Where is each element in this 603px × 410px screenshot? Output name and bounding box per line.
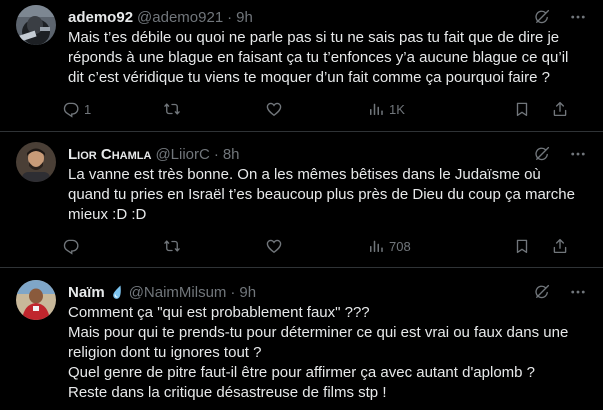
tweet-header: Naïm @NaimMilsum · 9h	[68, 282, 587, 302]
separator-dot: ·	[230, 283, 236, 301]
tweet-lior-chamla[interactable]: Lior Chamla @LiiorC · 8h La vanne est tr…	[0, 132, 603, 268]
separator-dot: ·	[227, 8, 233, 26]
tweet-line: Mais t’es débile ou quoi ne parle pas si…	[68, 29, 560, 46]
tweet-line: La vanne est très bonne. On a les mêmes …	[68, 166, 541, 183]
tweet-line: Mais pour qui te prends-tu pour détermin…	[68, 324, 569, 341]
reply-feed: ademo92 @ademo921 · 9h Mais t’es débile …	[0, 0, 603, 410]
tweet-text: Mais t’es débile ou quoi ne parle pas si…	[68, 28, 589, 88]
more-icon[interactable]	[569, 283, 587, 301]
views-icon	[367, 100, 385, 118]
tweet-line: Reste dans la critique désastreuse de fi…	[68, 384, 387, 401]
tweet-ademo92[interactable]: ademo92 @ademo921 · 9h Mais t’es débile …	[0, 0, 603, 132]
views-button[interactable]: 1K	[367, 100, 405, 118]
tweet-line: Comment ça "qui est probablement faux" ?…	[68, 304, 370, 321]
tweet-naim[interactable]: Naïm @NaimMilsum · 9h Comment ça "qui es…	[0, 268, 603, 410]
handle[interactable]: @ademo921	[137, 9, 223, 26]
avatar[interactable]	[16, 280, 56, 320]
avatar[interactable]	[16, 142, 56, 182]
like-button[interactable]	[265, 237, 283, 255]
retweet-icon	[163, 100, 181, 118]
retweet-button[interactable]	[163, 100, 181, 118]
share-icon	[551, 100, 569, 118]
reply-icon	[62, 100, 80, 118]
more-icon[interactable]	[569, 145, 587, 163]
like-icon	[265, 237, 283, 255]
retweet-button[interactable]	[163, 237, 181, 255]
grok-icon[interactable]	[533, 145, 551, 163]
timestamp[interactable]: 9h	[239, 284, 256, 301]
tweet-header: ademo92 @ademo921 · 9h	[68, 7, 587, 27]
like-icon	[265, 100, 283, 118]
header-icons	[533, 282, 587, 302]
tweet-line: religion dont tu ignores tout ?	[68, 344, 262, 361]
views-button[interactable]: 708	[367, 237, 411, 255]
timestamp[interactable]: 9h	[236, 9, 253, 26]
reply-button[interactable]	[62, 237, 80, 255]
tweet-line: quand tu pries en Israël t’es beaucoup p…	[68, 186, 575, 203]
like-button[interactable]	[265, 100, 283, 118]
share-button[interactable]	[551, 100, 569, 118]
tweet-line: réponds à une blague en faisant ça tu t’…	[68, 49, 569, 66]
reply-button[interactable]: 1	[62, 100, 91, 118]
header-icons	[533, 144, 587, 164]
separator-dot: ·	[213, 145, 219, 163]
bookmark-icon	[513, 100, 531, 118]
view-count: 708	[389, 238, 411, 254]
timestamp[interactable]: 8h	[223, 146, 240, 163]
bookmark-button[interactable]	[513, 100, 531, 118]
action-bar: 708	[62, 236, 570, 256]
display-name[interactable]: Naïm	[68, 284, 105, 301]
display-name[interactable]: Lior Chamla	[68, 146, 151, 163]
handle[interactable]: @NaimMilsum	[129, 284, 227, 301]
reply-icon	[62, 237, 80, 255]
tweet-header: Lior Chamla @LiiorC · 8h	[68, 144, 587, 164]
share-icon	[551, 237, 569, 255]
grok-icon[interactable]	[533, 8, 551, 26]
tweet-line: dit c’est véridique tu viens te moquer d…	[68, 69, 550, 86]
tweet-line: mieux :D :D	[68, 206, 147, 223]
tweet-text: La vanne est très bonne. On a les mêmes …	[68, 165, 589, 225]
tweet-text: Comment ça "qui est probablement faux" ?…	[68, 303, 589, 403]
bookmark-button[interactable]	[513, 237, 531, 255]
avatar[interactable]	[16, 5, 56, 45]
header-icons	[533, 7, 587, 27]
tweet-line: Quel genre de pitre faut-il être pour af…	[68, 364, 536, 381]
share-button[interactable]	[551, 237, 569, 255]
retweet-icon	[163, 237, 181, 255]
views-icon	[367, 237, 385, 255]
more-icon[interactable]	[569, 8, 587, 26]
grok-icon[interactable]	[533, 283, 551, 301]
view-count: 1K	[389, 101, 405, 117]
handle[interactable]: @LiiorC	[155, 146, 209, 163]
display-name[interactable]: ademo92	[68, 9, 133, 26]
action-bar: 1 1K	[62, 99, 570, 119]
droplet-emoji-icon	[112, 285, 121, 299]
reply-count: 1	[84, 101, 92, 117]
bookmark-icon	[513, 237, 531, 255]
